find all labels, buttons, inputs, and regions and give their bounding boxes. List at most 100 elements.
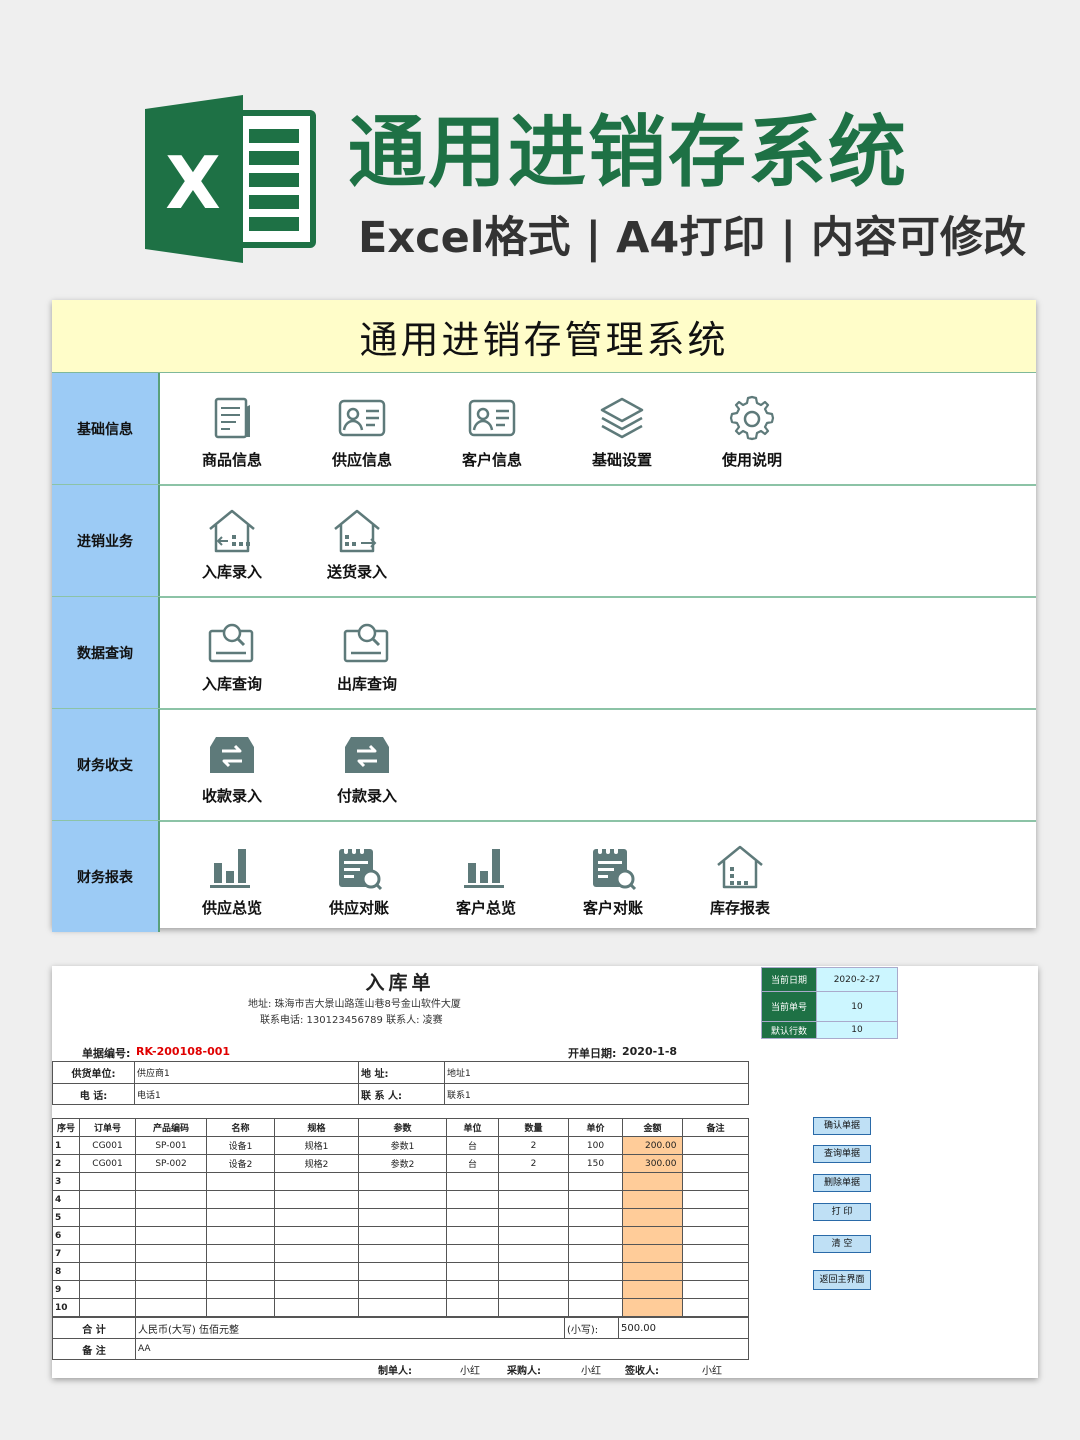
table-cell[interactable] <box>682 1244 749 1263</box>
table-cell[interactable] <box>135 1244 207 1263</box>
table-cell[interactable] <box>358 1208 447 1227</box>
menu-item[interactable]: 送货录入 <box>302 505 412 605</box>
table-cell[interactable] <box>682 1226 749 1245</box>
table-cell[interactable] <box>206 1244 275 1263</box>
table-cell[interactable] <box>498 1280 569 1299</box>
table-cell[interactable] <box>274 1208 359 1227</box>
table-cell[interactable] <box>622 1298 683 1317</box>
table-cell[interactable] <box>79 1262 136 1281</box>
table-cell[interactable] <box>568 1280 623 1299</box>
table-cell[interactable]: SP-001 <box>135 1136 207 1155</box>
menu-item[interactable]: 供应对账 <box>304 841 414 941</box>
table-cell[interactable]: 台 <box>446 1136 499 1155</box>
table-cell[interactable] <box>682 1298 749 1317</box>
delete-button[interactable]: 删除单据 <box>813 1174 871 1192</box>
menu-item[interactable]: 入库查询 <box>177 617 287 717</box>
table-cell[interactable]: 100 <box>568 1136 623 1155</box>
table-cell[interactable] <box>79 1298 136 1317</box>
table-cell[interactable] <box>622 1280 683 1299</box>
table-cell[interactable]: 设备2 <box>206 1154 275 1173</box>
table-cell[interactable] <box>135 1190 207 1209</box>
table-cell[interactable] <box>79 1172 136 1191</box>
menu-item[interactable]: 基础设置 <box>567 393 677 493</box>
table-cell[interactable] <box>498 1190 569 1209</box>
table-cell[interactable] <box>79 1244 136 1263</box>
remark-field[interactable]: AA <box>135 1338 749 1360</box>
menu-item[interactable]: 客户对账 <box>558 841 668 941</box>
table-cell[interactable]: 设备1 <box>206 1136 275 1155</box>
table-cell[interactable] <box>206 1298 275 1317</box>
return-main-button[interactable]: 返回主界面 <box>813 1270 871 1290</box>
table-cell[interactable] <box>568 1226 623 1245</box>
menu-item[interactable]: 客户信息 <box>437 393 547 493</box>
confirm-button[interactable]: 确认单据 <box>813 1117 871 1135</box>
table-cell[interactable]: SP-002 <box>135 1154 207 1173</box>
table-cell[interactable] <box>568 1208 623 1227</box>
table-cell[interactable] <box>358 1172 447 1191</box>
table-cell[interactable]: 台 <box>446 1154 499 1173</box>
table-cell[interactable]: 200.00 <box>622 1136 683 1155</box>
table-cell[interactable] <box>79 1280 136 1299</box>
table-cell[interactable] <box>274 1298 359 1317</box>
table-cell[interactable] <box>682 1136 749 1155</box>
table-cell[interactable] <box>206 1262 275 1281</box>
menu-item[interactable]: 供应总览 <box>177 841 287 941</box>
table-cell[interactable] <box>206 1226 275 1245</box>
table-cell[interactable] <box>135 1226 207 1245</box>
table-cell[interactable] <box>498 1226 569 1245</box>
table-cell[interactable] <box>568 1190 623 1209</box>
table-cell[interactable] <box>498 1208 569 1227</box>
table-cell[interactable] <box>446 1226 499 1245</box>
table-cell[interactable]: 规格1 <box>274 1136 359 1155</box>
table-cell[interactable] <box>682 1190 749 1209</box>
menu-item[interactable]: 商品信息 <box>177 393 287 493</box>
table-cell[interactable] <box>446 1298 499 1317</box>
table-cell[interactable]: 参数1 <box>358 1136 447 1155</box>
table-cell[interactable] <box>568 1244 623 1263</box>
menu-item[interactable]: 供应信息 <box>307 393 417 493</box>
table-cell[interactable] <box>135 1298 207 1317</box>
table-cell[interactable] <box>446 1280 499 1299</box>
person-field[interactable]: 联系1 <box>444 1083 749 1105</box>
table-cell[interactable] <box>358 1226 447 1245</box>
table-cell[interactable] <box>135 1172 207 1191</box>
table-cell[interactable] <box>622 1190 683 1209</box>
table-cell[interactable] <box>682 1280 749 1299</box>
table-cell[interactable] <box>135 1280 207 1299</box>
table-cell[interactable] <box>446 1244 499 1263</box>
phone-field[interactable]: 电话1 <box>134 1083 359 1105</box>
query-button[interactable]: 查询单据 <box>813 1145 871 1163</box>
menu-item[interactable]: 客户总览 <box>431 841 541 941</box>
table-cell[interactable] <box>682 1154 749 1173</box>
table-cell[interactable] <box>358 1244 447 1263</box>
table-cell[interactable] <box>446 1190 499 1209</box>
table-cell[interactable] <box>358 1262 447 1281</box>
menu-item[interactable]: 使用说明 <box>697 393 807 493</box>
table-cell[interactable] <box>79 1226 136 1245</box>
table-cell[interactable] <box>274 1226 359 1245</box>
table-cell[interactable] <box>498 1172 569 1191</box>
table-cell[interactable] <box>135 1262 207 1281</box>
table-cell[interactable] <box>206 1190 275 1209</box>
table-cell[interactable] <box>498 1244 569 1263</box>
menu-item[interactable]: 付款录入 <box>312 729 422 829</box>
table-cell[interactable] <box>498 1262 569 1281</box>
default-rows-value[interactable]: 10 <box>816 1021 898 1039</box>
table-cell[interactable]: 150 <box>568 1154 623 1173</box>
table-cell[interactable]: 2 <box>498 1136 569 1155</box>
table-cell[interactable] <box>682 1208 749 1227</box>
table-cell[interactable] <box>274 1280 359 1299</box>
table-cell[interactable] <box>274 1244 359 1263</box>
clear-button[interactable]: 清 空 <box>813 1235 871 1253</box>
table-cell[interactable] <box>358 1298 447 1317</box>
table-cell[interactable]: 参数2 <box>358 1154 447 1173</box>
table-cell[interactable] <box>622 1262 683 1281</box>
table-cell[interactable]: CG001 <box>79 1136 136 1155</box>
table-cell[interactable] <box>206 1280 275 1299</box>
menu-item[interactable]: 出库查询 <box>312 617 422 717</box>
table-cell[interactable]: 2 <box>498 1154 569 1173</box>
table-cell[interactable] <box>206 1172 275 1191</box>
address-field[interactable]: 地址1 <box>444 1061 749 1084</box>
table-cell[interactable] <box>498 1298 569 1317</box>
table-cell[interactable] <box>79 1190 136 1209</box>
